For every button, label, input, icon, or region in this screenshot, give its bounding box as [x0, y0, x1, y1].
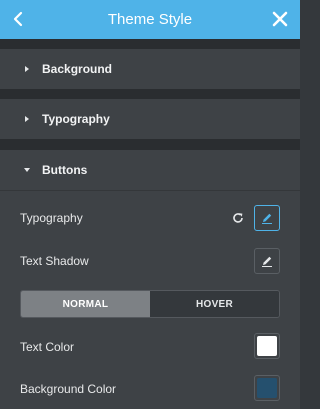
section-buttons[interactable]: Buttons: [0, 150, 300, 190]
background-color-label: Background Color: [20, 382, 117, 396]
background-color-fill: [257, 378, 277, 398]
caret-down-icon: [24, 168, 30, 172]
section-label: Buttons: [42, 163, 88, 177]
reset-icon[interactable]: [231, 211, 245, 225]
state-tabs: NORMAL HOVER: [20, 290, 280, 318]
section-background[interactable]: Background: [0, 49, 300, 89]
pencil-icon: [262, 256, 272, 267]
text-color-fill: [257, 336, 277, 356]
background-color-swatch[interactable]: [254, 375, 280, 401]
section-label: Typography: [42, 112, 110, 126]
back-arrow-icon[interactable]: [8, 8, 30, 30]
close-icon[interactable]: [270, 9, 290, 29]
section-gap: [0, 39, 300, 49]
text-shadow-edit-button[interactable]: [254, 248, 280, 274]
caret-right-icon: [25, 66, 29, 72]
caret-right-icon: [25, 116, 29, 122]
section-typography[interactable]: Typography: [0, 99, 300, 139]
section-gap: [0, 89, 300, 99]
typography-control-label: Typography: [20, 211, 83, 225]
section-gap: [0, 139, 300, 150]
pencil-icon: [262, 213, 272, 224]
panel-header: Theme Style: [0, 0, 300, 39]
divider: [0, 190, 300, 191]
panel-title: Theme Style: [107, 11, 193, 28]
text-shadow-label: Text Shadow: [20, 254, 89, 268]
text-color-swatch[interactable]: [254, 333, 280, 359]
text-color-label: Text Color: [20, 340, 75, 354]
section-label: Background: [42, 62, 113, 76]
tab-hover[interactable]: HOVER: [150, 291, 279, 317]
tab-normal[interactable]: NORMAL: [21, 291, 150, 317]
typography-edit-button[interactable]: [254, 205, 280, 231]
